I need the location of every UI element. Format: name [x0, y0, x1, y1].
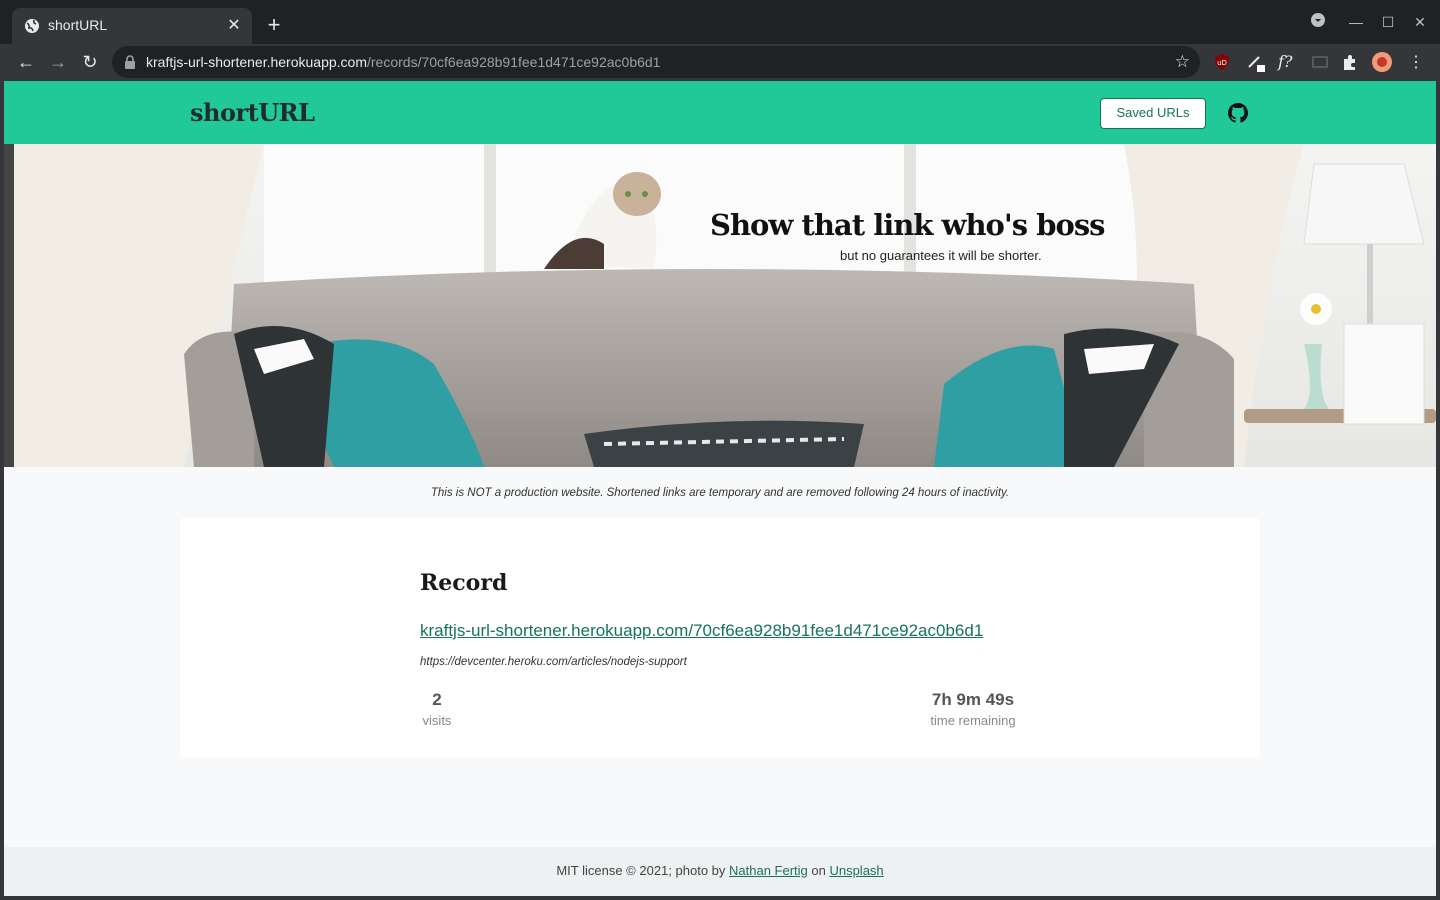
- lock-icon: [125, 55, 135, 69]
- ublock-extension-icon[interactable]: uD: [1212, 52, 1232, 72]
- address-bar[interactable]: kraftjs-url-shortener.herokuapp.com/reco…: [112, 46, 1200, 78]
- unsplash-link[interactable]: Unsplash: [829, 863, 883, 878]
- original-url: https://devcenter.heroku.com/articles/no…: [420, 656, 687, 668]
- brand-logo[interactable]: shortURL: [190, 98, 315, 127]
- url-path: /records/70cf6ea928b91fee1d471ce92ac0b6d…: [367, 54, 661, 70]
- profile-avatar-icon[interactable]: [1372, 52, 1392, 72]
- hero-banner: Show that link who's boss but no guarant…: [4, 144, 1436, 467]
- hero-title: Show that link who's boss: [710, 208, 1105, 242]
- short-url-link[interactable]: kraftjs-url-shortener.herokuapp.com/70cf…: [420, 621, 983, 641]
- saved-urls-button[interactable]: Saved URLs: [1100, 98, 1206, 129]
- hero-subtitle: but no guarantees it will be shorter.: [840, 248, 1042, 263]
- browser-tab[interactable]: shortURL ✕: [12, 8, 252, 44]
- browser-toolbar: ← → ↻ kraftjs-url-shortener.herokuapp.co…: [0, 44, 1440, 80]
- minimize-icon[interactable]: —: [1346, 12, 1366, 32]
- visits-stat: 2 visits: [420, 690, 454, 728]
- pen-extension-icon[interactable]: [1246, 52, 1266, 72]
- formula-extension-icon[interactable]: f?: [1278, 52, 1298, 72]
- photographer-link[interactable]: Nathan Fertig: [729, 863, 808, 878]
- svg-text:uD: uD: [1217, 59, 1227, 67]
- reload-icon[interactable]: ↻: [78, 50, 102, 74]
- footer-license: MIT license © 2021; photo by: [556, 863, 729, 878]
- forward-icon[interactable]: →: [46, 50, 70, 74]
- tab-title: shortURL: [48, 17, 108, 33]
- globe-icon: [25, 19, 39, 33]
- hero-photo: [4, 144, 1436, 467]
- github-icon[interactable]: [1228, 103, 1248, 123]
- site-header: shortURL Saved URLs: [4, 81, 1436, 144]
- record-heading: Record: [420, 570, 508, 596]
- time-remaining-label: time remaining: [930, 713, 1016, 728]
- url-host: kraftjs-url-shortener.herokuapp.com: [146, 54, 367, 70]
- time-remaining-value: 7h 9m 49s: [931, 690, 1015, 709]
- bookmark-star-icon[interactable]: ☆: [1175, 52, 1190, 72]
- tab-strip: shortURL ✕ + — ☐ ✕: [0, 0, 1440, 44]
- profile-dropdown-icon[interactable]: [1308, 12, 1328, 32]
- web-page: shortURL Saved URLs Show that link who's…: [4, 81, 1436, 896]
- maximize-icon[interactable]: ☐: [1378, 12, 1398, 32]
- site-footer: MIT license © 2021; photo by Nathan Fert…: [4, 847, 1436, 896]
- visits-count: 2: [432, 690, 442, 709]
- url-text: kraftjs-url-shortener.herokuapp.com/reco…: [146, 54, 660, 70]
- record-card: Record kraftjs-url-shortener.herokuapp.c…: [180, 518, 1260, 758]
- visits-label: visits: [422, 713, 452, 728]
- back-icon[interactable]: ←: [14, 50, 38, 74]
- new-tab-icon[interactable]: +: [262, 14, 286, 38]
- close-window-icon[interactable]: ✕: [1410, 12, 1430, 32]
- footer-on: on: [807, 863, 830, 878]
- menu-kebab-icon[interactable]: ⋮: [1406, 52, 1426, 72]
- puzzle-extensions-icon[interactable]: [1340, 52, 1360, 72]
- disclaimer-notice: This is NOT a production website. Shorte…: [430, 487, 1010, 499]
- screen-extension-icon[interactable]: [1310, 52, 1330, 72]
- close-tab-icon[interactable]: ✕: [224, 16, 244, 36]
- browser-window: shortURL ✕ + — ☐ ✕ ← → ↻ kraftjs-url-sho…: [0, 0, 1440, 900]
- time-remaining-stat: 7h 9m 49s time remaining: [920, 690, 1026, 728]
